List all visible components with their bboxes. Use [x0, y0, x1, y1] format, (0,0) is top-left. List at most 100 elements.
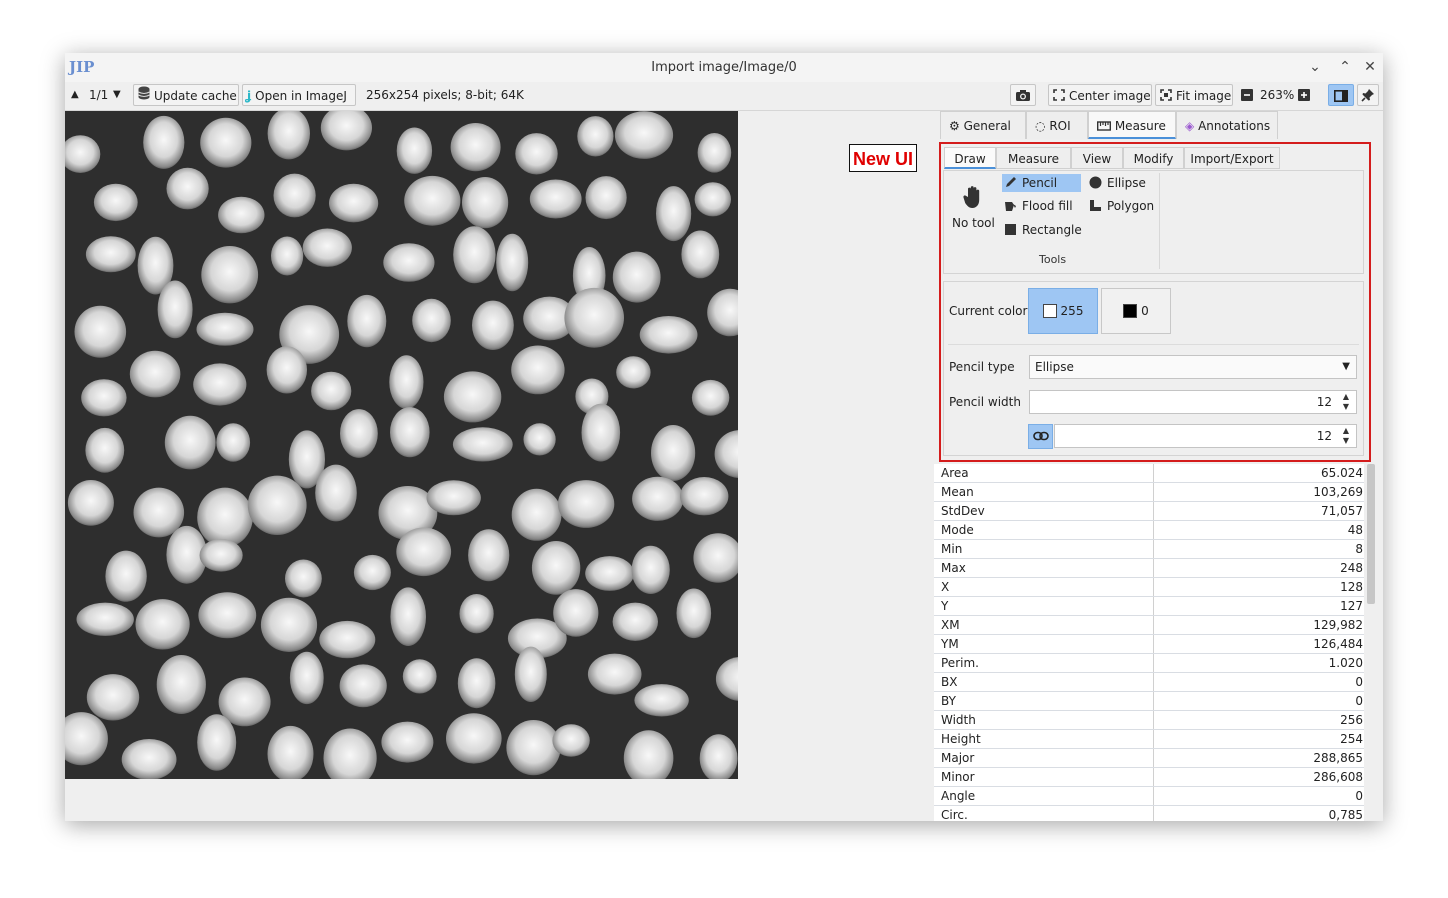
particle-blob	[74, 305, 127, 358]
image-viewer[interactable]	[65, 111, 738, 779]
particle-blob	[459, 594, 494, 634]
subtab-measure[interactable]: Measure	[996, 147, 1071, 169]
previous-page-icon[interactable]: ▲	[71, 84, 79, 106]
measurement-results-table: Area 65.024 Mean 103,269 StdDev 71,057 Mode 48 M…	[934, 464, 1364, 821]
particle-blob	[511, 345, 565, 395]
zoom-out-icon[interactable]	[1241, 84, 1253, 106]
particle-blob	[396, 527, 452, 577]
fit-image-label: Fit image	[1176, 89, 1232, 103]
open-imagej-button[interactable]: ʝ Open in ImageJ	[242, 84, 356, 106]
tab-roi[interactable]: ◌ ROI	[1026, 111, 1088, 139]
title-bar: JIP Import image/Image/0 ⌄ ⌃ ✕	[65, 53, 1383, 83]
particle-blob	[166, 167, 209, 210]
particle-blob	[450, 123, 501, 172]
rectangle-tool[interactable]: Rectangle	[1002, 221, 1086, 239]
subtab-modify[interactable]: Modify	[1123, 147, 1184, 169]
table-row: Height 254	[934, 730, 1364, 749]
measurement-value: 256	[1340, 713, 1363, 727]
zoom-in-icon[interactable]	[1298, 84, 1310, 106]
table-row: YM 126,484	[934, 635, 1364, 654]
particle-blob	[156, 655, 206, 714]
measurement-value: 71,057	[1321, 504, 1363, 518]
window-title: Import image/Image/0	[651, 60, 797, 75]
pencil-icon	[1004, 176, 1017, 189]
next-page-icon[interactable]: ▼	[113, 84, 121, 106]
update-cache-button[interactable]: Update cache	[133, 84, 239, 106]
particle-blob	[81, 379, 127, 417]
tab-annotations-label: Annotations	[1198, 119, 1271, 133]
measurement-name: StdDev	[941, 504, 985, 518]
pencil-tool[interactable]: Pencil	[1002, 174, 1081, 192]
pencil-height-input[interactable]: 12 ▲ ▼	[1054, 424, 1357, 448]
particle-blob	[581, 403, 621, 462]
no-tool-button[interactable]: No tool	[952, 185, 995, 230]
center-icon	[1053, 85, 1065, 107]
ellipse-tool[interactable]: Ellipse	[1087, 174, 1150, 192]
measurement-value: 1.020	[1328, 656, 1363, 670]
column-separator	[1153, 806, 1154, 821]
flood-fill-tool[interactable]: Flood fill	[1002, 197, 1077, 215]
ellipse-icon	[1089, 176, 1102, 189]
subtab-view[interactable]: View	[1071, 147, 1123, 169]
pencil-width-value: 12	[1316, 395, 1332, 409]
particle-blob	[266, 346, 307, 394]
subtab-draw[interactable]: Draw	[944, 147, 996, 169]
close-icon[interactable]: ✕	[1360, 57, 1380, 77]
particle-blob	[468, 529, 510, 582]
pencil-width-input[interactable]: 12 ▲ ▼	[1029, 390, 1357, 414]
tab-annotations[interactable]: ◈ Annotations	[1176, 111, 1278, 139]
fit-image-button[interactable]: Fit image	[1155, 84, 1233, 106]
maximize-icon[interactable]: ⌃	[1335, 57, 1355, 77]
fit-icon	[1160, 85, 1172, 107]
black-swatch	[1123, 304, 1138, 318]
pencil-type-select[interactable]: Ellipse ▼	[1029, 355, 1357, 379]
particle-blob	[302, 228, 352, 267]
particle-blob	[681, 230, 720, 279]
particle-blob	[651, 425, 696, 481]
column-separator	[1153, 502, 1154, 520]
table-row: Perim. 1.020	[934, 654, 1364, 673]
results-scrollbar[interactable]	[1367, 464, 1375, 604]
particle-blob	[697, 133, 732, 173]
tab-general[interactable]: ⚙ General	[940, 111, 1026, 139]
color-settings: Current color 255 0 Pencil type Ellipse …	[943, 281, 1364, 456]
snapshot-button[interactable]	[1010, 84, 1036, 106]
table-row: Mode 48	[934, 521, 1364, 540]
particle-blob	[412, 298, 451, 343]
particle-blob	[67, 480, 114, 526]
particle-blob	[319, 620, 376, 659]
measurement-value: 128	[1340, 580, 1363, 594]
measurement-value: 254	[1340, 732, 1363, 746]
spinner-arrows-icon[interactable]: ▲ ▼	[1340, 392, 1352, 412]
particle-blob	[164, 415, 216, 470]
particle-blob	[564, 287, 624, 348]
particle-blob	[614, 111, 674, 159]
measurement-name: Mean	[941, 485, 974, 499]
particle-blob	[381, 721, 434, 763]
particle-blob	[143, 115, 185, 169]
table-row: X 128	[934, 578, 1364, 597]
black-color-button[interactable]: 0	[1101, 288, 1171, 334]
polygon-tool[interactable]: Polygon	[1087, 197, 1158, 215]
tab-measure[interactable]: Measure	[1088, 111, 1176, 139]
paint-bucket-icon	[1004, 199, 1017, 212]
column-separator	[1153, 787, 1154, 805]
measurement-name: Y	[941, 599, 949, 613]
center-image-button[interactable]: Center image	[1048, 84, 1152, 106]
spinner-arrows-icon[interactable]: ▲ ▼	[1340, 426, 1352, 446]
white-swatch	[1042, 304, 1057, 318]
particle-blob	[453, 226, 496, 284]
white-color-button[interactable]: 255	[1028, 288, 1098, 334]
particle-blob	[452, 427, 513, 462]
subtab-import-export[interactable]: Import/Export	[1184, 147, 1280, 169]
toggle-sidebar-button[interactable]	[1328, 84, 1354, 106]
link-dimensions-button[interactable]	[1028, 424, 1053, 449]
minimize-icon[interactable]: ⌄	[1305, 57, 1325, 77]
particle-blob	[557, 480, 615, 528]
pin-button[interactable]	[1357, 84, 1379, 106]
open-imagej-label: Open in ImageJ	[255, 89, 347, 103]
particle-blob	[531, 541, 581, 595]
measurement-name: Min	[941, 542, 963, 556]
particle-blob	[121, 739, 177, 779]
table-row: Area 65.024	[934, 464, 1364, 483]
